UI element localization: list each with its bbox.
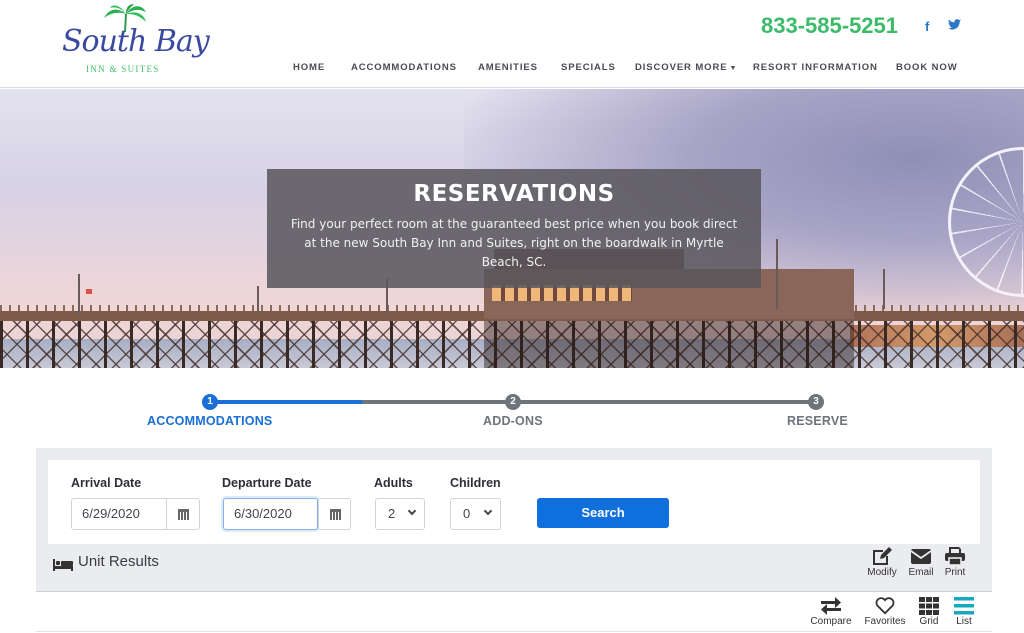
- phone-number[interactable]: 833-585-5251: [761, 13, 898, 39]
- adults-value: 2: [388, 506, 396, 521]
- pier-pole: [776, 239, 778, 309]
- search-form: Arrival Date 6/29/2020 Departure Date 6/…: [48, 460, 980, 544]
- children-select[interactable]: 0: [450, 498, 501, 530]
- adults-label: Adults: [374, 476, 413, 490]
- hero-description: Find your perfect room at the guaranteed…: [290, 217, 738, 269]
- heart-icon: [875, 597, 895, 615]
- departure-date-label: Departure Date: [222, 476, 312, 490]
- results-header: Unit Results Modify Email Print: [36, 544, 992, 592]
- nav-discover-more-label: DISCOVER MORE: [635, 62, 728, 73]
- step-3-dot[interactable]: 3: [808, 394, 824, 410]
- pier-pole: [883, 269, 885, 309]
- flag: [86, 289, 92, 294]
- step-3-label[interactable]: RESERVE: [787, 414, 848, 428]
- compare-arrows-icon: [821, 597, 841, 615]
- flag-pole: [78, 274, 80, 314]
- booking-stepper: 1 ACCOMMODATIONS 2 ADD-ONS 3 RESERVE: [0, 390, 1024, 435]
- nav-amenities[interactable]: AMENITIES: [478, 62, 538, 73]
- arrival-date-input[interactable]: 6/29/2020: [71, 498, 167, 530]
- twitter-icon[interactable]: [948, 18, 961, 33]
- step-2-label[interactable]: ADD-ONS: [483, 414, 543, 428]
- step-progress-line: [210, 400, 362, 404]
- print-label: Print: [944, 567, 966, 578]
- arrival-date-label: Arrival Date: [71, 476, 142, 490]
- favorites-label: Favorites: [864, 616, 906, 627]
- hero-banner: RESERVATIONS Find your perfect room at t…: [0, 89, 1024, 368]
- printer-icon: [945, 547, 965, 566]
- nav-specials[interactable]: SPECIALS: [561, 62, 616, 73]
- chevron-down-icon: [407, 506, 417, 516]
- chevron-down-icon: [483, 506, 493, 516]
- pier-shadow: [484, 321, 854, 368]
- nav-resort-information[interactable]: RESORT INFORMATION: [753, 62, 878, 73]
- modify-label: Modify: [867, 567, 897, 578]
- search-panel: Arrival Date 6/29/2020 Departure Date 6/…: [36, 448, 992, 592]
- compare-button[interactable]: Compare: [806, 597, 856, 627]
- list-label: List: [956, 616, 972, 627]
- results-title: Unit Results: [78, 553, 159, 570]
- view-options-bar: Compare Favorites Grid List: [36, 592, 992, 632]
- grid-icon: [919, 597, 939, 615]
- list-icon: [954, 597, 974, 615]
- calendar-icon: [178, 509, 189, 520]
- step-1-label[interactable]: ACCOMMODATIONS: [147, 414, 272, 428]
- step-2-dot[interactable]: 2: [505, 394, 521, 410]
- arrival-calendar-button[interactable]: [167, 498, 200, 530]
- children-value: 0: [463, 506, 471, 521]
- departure-calendar-button[interactable]: [318, 498, 351, 530]
- nav-book-now[interactable]: BOOK NOW: [896, 62, 958, 73]
- print-button[interactable]: Print: [940, 546, 970, 578]
- children-label: Children: [450, 476, 501, 490]
- nav-discover-more[interactable]: DISCOVER MORE ▼: [635, 62, 737, 73]
- bed-icon: [53, 559, 73, 571]
- compare-label: Compare: [810, 616, 852, 627]
- calendar-icon: [330, 509, 341, 520]
- grid-label: Grid: [919, 616, 939, 627]
- logo-text: South Bay: [62, 24, 210, 59]
- envelope-icon: [910, 549, 932, 564]
- pier-pole: [257, 286, 259, 314]
- edit-icon: [873, 547, 892, 565]
- nav-accommodations[interactable]: ACCOMMODATIONS: [351, 62, 457, 73]
- search-button[interactable]: Search: [537, 498, 669, 528]
- logo[interactable]: South Bay INN & SUITES: [62, 4, 210, 76]
- logo-subtitle: INN & SUITES: [86, 64, 160, 74]
- caret-down-icon: ▼: [729, 65, 738, 72]
- hero-title: RESERVATIONS: [413, 181, 615, 207]
- hero-overlay-box: RESERVATIONS Find your perfect room at t…: [267, 169, 761, 288]
- list-view-button[interactable]: List: [949, 597, 979, 627]
- modify-button[interactable]: Modify: [864, 546, 900, 578]
- step-remaining-line: [362, 400, 816, 404]
- adults-select[interactable]: 2: [375, 498, 425, 530]
- grid-view-button[interactable]: Grid: [914, 597, 944, 627]
- email-label: Email: [908, 567, 934, 578]
- nav-home[interactable]: HOME: [293, 62, 325, 73]
- email-button[interactable]: Email: [906, 546, 936, 578]
- facebook-icon[interactable]: f: [925, 19, 929, 34]
- step-1-dot[interactable]: 1: [202, 394, 218, 410]
- favorites-button[interactable]: Favorites: [859, 597, 911, 627]
- departure-date-input[interactable]: 6/30/2020: [223, 498, 318, 530]
- site-header: South Bay INN & SUITES 833-585-5251 f HO…: [0, 0, 1024, 88]
